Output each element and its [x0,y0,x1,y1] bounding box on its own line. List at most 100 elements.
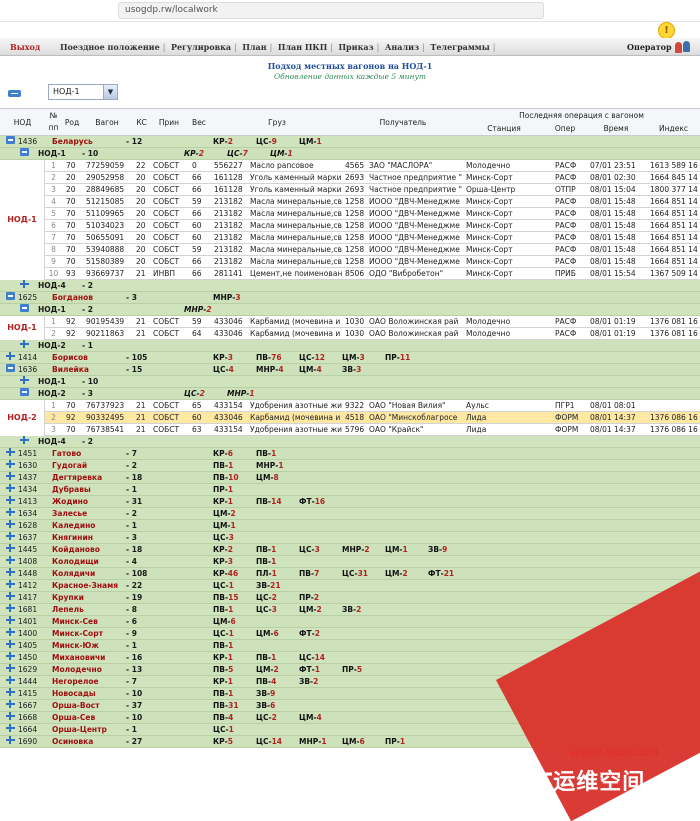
station-row[interactable]: 1681 Лепель - 8 ПВ-1 ЦС-3 ЦМ-2 ЗВ-2 [0,604,700,616]
wagon-row[interactable]: 2 92 90332495 21 СОБСТ 60 433046 Карбамид (моче… [0,412,700,424]
menu-item-plan[interactable]: План [242,42,266,52]
collapse-minus-icon[interactable] [6,364,15,372]
station-row[interactable]: 1637 Княгинин - 3 ЦС-3 [0,532,700,544]
expand-plus-icon[interactable] [6,508,15,516]
station-row[interactable]: 1414 Борисов - 105 КР-3 ПВ-76 ЦС-12 ЦМ-3 ПР-11 [0,352,700,364]
expand-plus-icon[interactable] [6,628,15,636]
collapse-minus-icon[interactable] [20,148,29,156]
menu-exit-link[interactable]: Выход [10,42,40,52]
expand-plus-icon[interactable] [6,652,15,660]
station-row[interactable]: 1634 Залесье - 2 ЦМ-2 [0,508,700,520]
expand-plus-icon[interactable] [6,700,15,708]
expand-plus-icon[interactable] [6,532,15,540]
wagon-row[interactable]: 1 92 90195439 21 СОБСТ 59 433046 Карбамид (моче… [0,316,700,328]
menu-item-plan-pkp[interactable]: План ПКП [278,42,327,52]
wagon-row[interactable]: 4 70 51215085 20 СОБСТ 59 213182 Масла минераль… [0,196,700,208]
expand-plus-icon[interactable] [6,580,15,588]
wagon-row[interactable]: 1 70 76737923 21 СОБСТ 65 433154 Удобрения азот… [0,400,700,412]
users-icon[interactable] [674,40,692,54]
station-row[interactable]: 1437 Дегтяревка - 18 ПВ-10 ЦМ-8 [0,472,700,484]
expand-plus-icon[interactable] [6,724,15,732]
expand-plus-icon[interactable] [6,556,15,564]
nod-group-row[interactable]: НОД-1 - 10 [0,376,700,388]
menu-item-telegrams[interactable]: Телеграммы [430,42,489,52]
nod-group-row[interactable]: НОД-4 - 2 [0,436,700,448]
expand-plus-icon[interactable] [6,568,15,576]
expand-plus-icon[interactable] [6,604,15,612]
operator-label[interactable]: Оператор [627,42,672,52]
expand-plus-icon[interactable] [6,688,15,696]
op-code-type: МНР [227,389,247,398]
menu-item-analysis[interactable]: Анализ [385,42,419,52]
notification-bulb-icon[interactable]: ! [658,22,675,39]
expand-plus-icon[interactable] [6,496,15,504]
op-type: РАСФ [555,197,577,206]
station-row[interactable]: 1408 Колодищи - 4 КР-3 ПВ-1 [0,556,700,568]
station-row[interactable]: 1445 Койданово - 18 КР-2 ПВ-1 ЦС-3 МНР-2 ЦМ-1 ЗВ… [0,544,700,556]
wagon-row[interactable]: 2 92 90211863 21 СОБСТ 64 433046 Карбамид (моче… [0,328,700,340]
wagon-row[interactable]: 9 70 51580389 20 СОБСТ 66 213182 Масла минераль… [0,256,700,268]
station-row[interactable]: 1413 Жодино - 31 КР-1 ПВ-14 ФТ-16 [0,496,700,508]
wagon-row[interactable]: 7 70 50655091 20 СОБСТ 60 213182 Масла минераль… [0,232,700,244]
collapse-minus-icon[interactable] [20,304,29,312]
station-row[interactable]: 1417 Крупки - 19 ПВ-15 ЦС-2 ПР-2 [0,592,700,604]
station-row[interactable]: 1434 Дубравы - 1 ПР-1 [0,484,700,496]
nod-group-row[interactable]: НОД-2 - 1 [0,340,700,352]
wagon-row[interactable]: 8 70 53940888 20 СОБСТ 59 213182 Масла минераль… [0,244,700,256]
menu-item-train-position[interactable]: Поездное положение [60,42,160,52]
station-row[interactable]: 1412 Красное-Знамя - 22 ЦС-1 ЗВ-21 [0,580,700,592]
expand-plus-icon[interactable] [6,472,15,480]
station-name: Крупки [52,593,84,602]
nod-group-count: - 3 [82,389,93,398]
expand-plus-icon[interactable] [6,484,15,492]
expand-plus-icon[interactable] [20,280,29,288]
wagon-row[interactable]: 5 70 51109965 20 СОБСТ 66 213182 Масла минераль… [0,208,700,220]
nod-select[interactable]: НОД-1 ▼ [48,84,118,100]
expand-plus-icon[interactable] [6,640,15,648]
station-row[interactable]: 1630 Гудогай - 2 ПВ-1 МНР-1 [0,460,700,472]
station-row[interactable]: 1636 Вилейка - 15 ЦС-4 МНР-4 ЦМ-4 ЗВ-3 [0,364,700,376]
expand-plus-icon[interactable] [6,544,15,552]
nod-group-row[interactable]: НОД-4 - 2 [0,280,700,292]
menu-item-order[interactable]: Приказ [339,42,374,52]
station-row[interactable]: 1436 Беларусь - 12 КР-2 ЦС-9 ЦМ-1 [0,136,700,148]
expand-plus-icon[interactable] [6,592,15,600]
collapse-minus-icon[interactable] [20,388,29,396]
expand-plus-icon[interactable] [20,436,29,444]
wagon-row[interactable]: 10 93 93669737 21 ИНВП 66 281141 Цемент,не поим… [0,268,700,280]
station-row[interactable]: 1451 Гатово - 7 КР-6 ПВ-1 [0,448,700,460]
wagon-row[interactable]: 1 70 77259059 22 СОБСТ 0 556227 Масло рапсовое 4… [0,160,700,172]
url-field[interactable]: usogdp.rw/localwork [118,2,544,19]
wagon-row[interactable]: 2 20 29052958 20 СОБСТ 66 161128 Уголь каменный… [0,172,700,184]
collapse-minus-icon[interactable] [6,292,15,300]
expand-plus-icon[interactable] [6,712,15,720]
chevron-down-icon[interactable]: ▼ [103,85,117,99]
expand-plus-icon[interactable] [20,376,29,384]
op-index: 1376 086 16 [650,425,698,434]
wagon-row[interactable]: 3 20 28849685 20 СОБСТ 66 161128 Уголь каменный… [0,184,700,196]
wagon-row[interactable]: 6 70 51034023 20 СОБСТ 60 213182 Масла минераль… [0,220,700,232]
menu-item-regulation[interactable]: Регулировка [171,42,231,52]
expand-plus-icon[interactable] [6,664,15,672]
wagon-row[interactable]: 3 70 76738541 21 СОБСТ 63 433154 Удобрения азот… [0,424,700,436]
expand-plus-icon[interactable] [6,736,15,744]
expand-plus-icon[interactable] [6,520,15,528]
expand-plus-icon[interactable] [6,448,15,456]
expand-plus-icon[interactable] [6,616,15,624]
op-code-type: ПВ [256,677,268,686]
nod-group-row[interactable]: НОД-1 - 2 МНР-2 [0,304,700,316]
nod-group-row[interactable]: НОД-2 - 3 ЦС-2 МНР-1 [0,388,700,400]
op-code-type: ЦМ [299,365,314,374]
station-row[interactable]: 1628 Каледино - 1 ЦМ-1 [0,520,700,532]
expand-plus-icon[interactable] [6,460,15,468]
collapse-all-minus-icon[interactable] [8,90,21,97]
op-code-type: ЗВ [428,545,440,554]
expand-plus-icon[interactable] [6,352,15,360]
expand-plus-icon[interactable] [20,340,29,348]
expand-plus-icon[interactable] [6,676,15,684]
collapse-minus-icon[interactable] [6,136,15,144]
nod-group-row[interactable]: НОД-1 - 10 КР-2 ЦС-7 ЦМ-1 [0,148,700,160]
station-row[interactable]: 1448 Колядичи - 108 КР-46 ПЛ-1 ПВ-7 ЦС-31 ЦМ-2 Ф… [0,568,700,580]
station-code: 1415 [18,689,38,698]
station-row[interactable]: 1625 Богданов - 3 МНР-3 [0,292,700,304]
